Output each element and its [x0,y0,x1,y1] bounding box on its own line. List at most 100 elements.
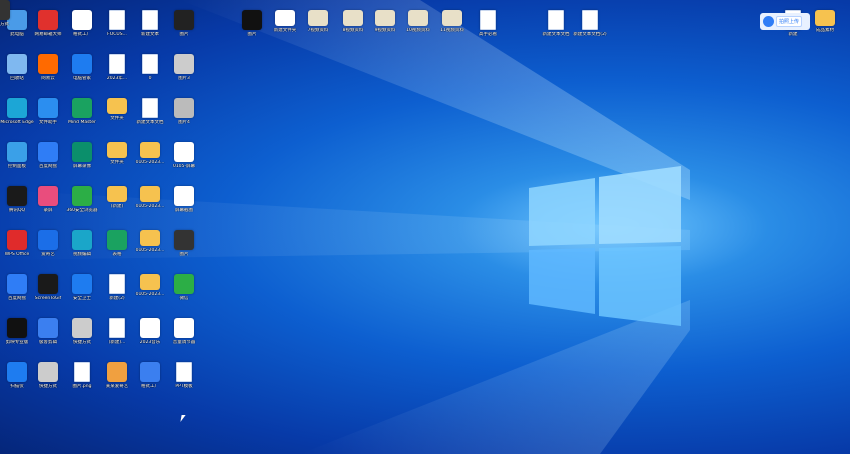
desktop-icon[interactable]: 文件助手 [31,98,65,126]
desktop-icon-label: 图片3 [178,76,190,81]
folder-icon [140,230,160,246]
desktop-icon[interactable]: 新建文本文档 [539,10,573,38]
desktop-icon[interactable]: 7视频资料 [301,10,335,34]
desktop-icon-label: 视频编辑 [73,252,91,257]
desktop-icon[interactable]: 新建文本文档 [133,98,167,126]
desktop-icon[interactable]: 新建文本文档(2) [573,10,607,38]
desktop-icon[interactable]: (新建) [100,186,134,210]
desktop-icon[interactable]: 新建(2) [100,274,134,302]
desktop-icon[interactable]: 图片 [167,10,201,38]
document-icon [109,274,125,294]
desktop-icon-label: 安全卫士 [73,296,91,301]
desktop-icon[interactable]: 快捷方式 [31,362,65,390]
desktop-icon[interactable]: 高手必看 [471,10,505,38]
laptop-icon [174,142,194,162]
mindmap-icon [72,98,92,118]
shield-icon [72,54,92,74]
phone-icon [174,98,194,118]
desktop-icon[interactable]: 新建文本 [133,10,167,38]
desktop-icon[interactable]: 极客剪辑 [31,318,65,346]
document-icon [480,10,496,30]
speaker-icon [174,318,194,338]
desktop-icon[interactable]: 新建文件夹 [268,10,302,34]
upload-button[interactable]: 拍照上传 [776,16,803,27]
desktop-icon[interactable]: PPT模板 [167,362,201,390]
desktop-icon[interactable]: 2023年... [100,54,134,82]
desktop-icon[interactable]: 安全卫士 [65,274,99,302]
desktop-icon[interactable]: 0105-2023... [133,142,167,166]
cloud-upload-widget[interactable]: 拍照上传 [760,13,810,30]
desktop-icon[interactable]: 图片3 [167,54,201,82]
desktop-icon[interactable]: 百度网盘 [31,142,65,170]
desktop-icon[interactable]: 文件夹 [100,142,134,166]
desktop-icon[interactable]: 格式工厂 [133,362,167,390]
desktop-icon[interactable]: 文件夹 [100,98,134,122]
phone-icon [174,10,194,30]
folder-icon [107,98,127,114]
photo-icon [107,362,127,382]
desktop-icon[interactable]: 0105-屏幕 [167,142,201,170]
video-icon [38,230,58,250]
desktop-icon[interactable]: 快捷方式 [0,0,17,28]
desktop-icon-label: 屏幕截图 [175,208,193,213]
desktop-icon[interactable]: 电脑管家 [65,54,99,82]
desktop-icon[interactable]: (新建)... [100,318,134,346]
monitor-icon [72,142,92,162]
image-icon [174,54,194,74]
desktop-icon[interactable]: 屏幕录像 [65,142,99,170]
desktop-icon-label: 成品素材 [816,28,834,33]
desktop-icon[interactable]: 0105-2023... [133,274,167,298]
desktop-icon[interactable]: 图片 [235,10,269,38]
link-icon [38,98,58,118]
desktop-icon[interactable]: 录屏 [31,186,65,214]
capcut-icon [7,318,27,338]
desktop-icon-label: 音量调节器 [172,340,196,345]
desktop-icon[interactable]: 2023音乐 [133,318,167,346]
desktop-icon[interactable]: 快捷方式 [65,318,99,346]
desktop-icon[interactable]: 360安全浏览器 [65,186,99,214]
folder-icon [815,10,835,26]
desktop-icon[interactable]: 图片.png [65,362,99,390]
desktop-icon[interactable]: 成品素材 [808,10,842,34]
desktop-icon[interactable]: 图片4 [167,98,201,126]
desktop-icon[interactable]: 某某爱奇艺 [100,362,134,390]
document-icon [176,362,192,382]
editor-icon [38,318,58,338]
speaker-icon [140,318,160,338]
desktop-icon[interactable]: 视频编辑 [65,230,99,258]
desktop-icon[interactable]: Mind Master [65,98,99,126]
document-icon [142,54,158,74]
folder-icon [408,10,428,26]
folder-icon [308,10,328,26]
desktop-icon[interactable]: 微信 [167,274,201,302]
desktop-icon-label: 0105-屏幕 [172,164,196,169]
desktop-icon[interactable]: 0105-2023... [133,186,167,210]
desktop-icon[interactable]: 格式工厂 [65,10,99,38]
control-panel-icon [7,142,27,162]
desktop-icon[interactable]: ScreenToGif [31,274,65,302]
desktop-icon[interactable]: 网易邮箱大师 [31,10,65,38]
desktop-icon-label: PPT模板 [175,384,193,389]
desktop-icon[interactable]: 表格 [100,230,134,258]
desktop-icon[interactable]: FOCUS... [100,10,134,38]
desktop-icon[interactable]: 爱奇艺 [31,230,65,258]
document-icon [582,10,598,30]
desktop-icon[interactable]: 11视频资料 [435,10,469,34]
desktop-icon[interactable]: 音量调节器 [167,318,201,346]
recycle-bin-icon [7,54,27,74]
laptop-icon [174,186,194,206]
desktop-icon[interactable]: 0105-2023... [133,230,167,254]
spreadsheet-icon [107,230,127,250]
desktop-icon-label: 图片.png [72,384,92,389]
phone-icon [242,10,262,30]
mail-icon [38,10,58,30]
desktop-icon[interactable]: 图片 [167,230,201,258]
desktop-icon[interactable]: 屏幕截图 [167,186,201,214]
document-icon [109,318,125,338]
desktop-icon[interactable]: 10视频资料 [401,10,435,34]
desktop-icon[interactable]: 网易云 [31,54,65,82]
desktop-icon[interactable]: 0 [133,54,167,82]
document-icon [142,10,158,30]
desktop-icon[interactable]: 9视频资料 [368,10,402,34]
folder-icon [140,186,160,202]
